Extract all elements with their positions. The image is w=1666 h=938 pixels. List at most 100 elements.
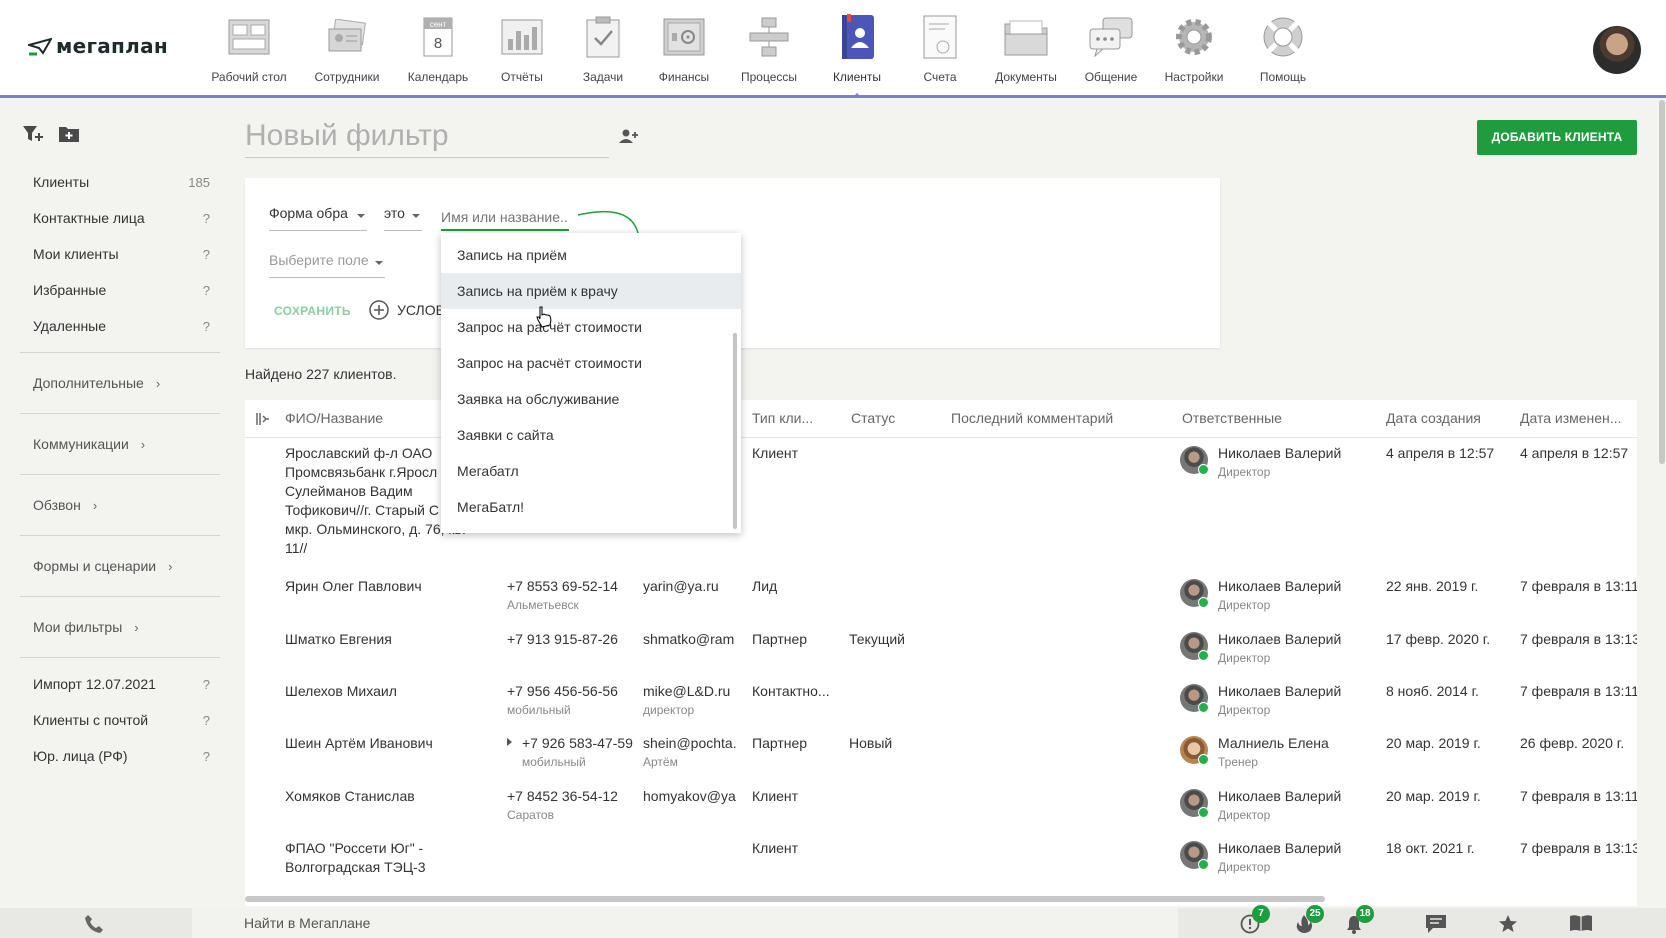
columns-settings-icon[interactable] — [255, 412, 269, 426]
hand-cursor-icon — [536, 306, 552, 328]
sidebar-group-forms[interactable]: Формы и сценарии › — [20, 544, 220, 588]
expand-phones-icon[interactable] — [507, 738, 512, 746]
messages-icon[interactable] — [1425, 914, 1447, 934]
nav-desktop[interactable]: Рабочий стол — [200, 14, 298, 90]
alerts-button[interactable]: 7 — [1240, 905, 1270, 937]
client-phone[interactable]: +7 956 456-56-56 мобильный — [507, 682, 618, 719]
nav-invoices[interactable]: Счета — [902, 14, 978, 90]
book-icon[interactable] — [1569, 914, 1593, 932]
client-phone[interactable]: +7 8452 36-54-12 Саратов — [507, 787, 618, 824]
responsible[interactable]: Николаев Валерий Директор — [1180, 630, 1341, 667]
nav-processes[interactable]: Процессы — [726, 14, 812, 90]
sidebar-divider — [20, 535, 220, 536]
filter-title-input[interactable]: Новый фильтр — [245, 118, 609, 158]
column-type[interactable]: Тип кли... — [752, 410, 813, 426]
select-field-dropdown[interactable]: Выберите поле — [269, 252, 385, 278]
page-scrollbar[interactable] — [1659, 100, 1665, 464]
responsible[interactable]: Малниель Елена Тренер — [1180, 734, 1329, 771]
dropdown-option[interactable]: Заявки с сайта — [441, 417, 741, 453]
nav-calendar[interactable]: сент 8 Календарь — [396, 14, 480, 90]
nav-employees[interactable]: Сотрудники — [298, 14, 396, 90]
client-name[interactable]: Хомяков Станислав — [285, 787, 415, 806]
client-email[interactable]: yarin@ya.ru — [643, 577, 743, 596]
responsible[interactable]: Николаев Валерий Директор — [1180, 577, 1341, 614]
table-row[interactable]: Хомяков Станислав +7 8452 36-54-12 Сарато… — [245, 787, 1637, 837]
client-phone[interactable]: +7 913 915-87-26 — [507, 630, 618, 649]
filter-operator-select[interactable]: это — [384, 205, 422, 231]
responsible[interactable]: Николаев Валерий Директор — [1180, 682, 1341, 719]
sidebar-item-legal-entities[interactable]: Юр. лица (РФ)? — [20, 738, 220, 774]
client-name[interactable]: Ярин Олег Павлович — [285, 577, 422, 596]
notifications-button[interactable]: 18 — [1344, 905, 1374, 937]
client-email[interactable]: homyakov@ya — [643, 787, 743, 806]
global-search-input[interactable]: Найти в Мегаплане — [192, 908, 1178, 938]
sidebar-item-favorites[interactable]: Избранные? — [20, 272, 220, 308]
sidebar-item-count: ? — [202, 748, 210, 764]
nav-documents[interactable]: Документы — [978, 14, 1074, 90]
sidebar-item-with-email[interactable]: Клиенты с почтой? — [20, 702, 220, 738]
client-phone[interactable]: +7 8553 69-52-14 Альметьевск — [507, 577, 618, 614]
star-icon[interactable] — [1498, 914, 1518, 934]
megaplan-logo[interactable]: мегаплан — [28, 34, 168, 58]
add-filter-icon[interactable] — [22, 124, 44, 144]
client-email[interactable]: mike@L&D.ru директор — [643, 682, 743, 719]
add-client-button[interactable]: ДОБАВИТЬ КЛИЕНТА — [1477, 120, 1637, 155]
table-row[interactable]: Шматко Евгения +7 913 915-87-26 shmatko@… — [245, 630, 1637, 680]
save-filter-button[interactable]: СОХРАНИТЬ — [274, 304, 351, 318]
sidebar-group-calling[interactable]: Обзвон › — [20, 483, 220, 527]
dropdown-option[interactable]: МегаБатл! — [441, 489, 741, 525]
table-row[interactable]: ФПАО "Россети Юг" - Волгоградская ТЭЦ-3 … — [245, 839, 1637, 889]
client-name[interactable]: ФПАО "Россети Юг" - Волгоградская ТЭЦ-3 — [285, 839, 426, 877]
dropdown-scrollbar[interactable] — [733, 333, 737, 529]
column-last-comment[interactable]: Последний комментарий — [951, 410, 1113, 426]
sidebar-group-additional[interactable]: Дополнительные › — [20, 361, 220, 405]
hot-button[interactable]: 25 — [1294, 905, 1324, 937]
filter-value-input[interactable] — [441, 205, 569, 231]
responsible[interactable]: Николаев Валерий Директор — [1180, 839, 1341, 876]
dropdown-option[interactable]: Запрос на расчёт стоимости — [441, 345, 741, 381]
nav-reports[interactable]: Отчёты — [480, 14, 564, 90]
add-condition-button[interactable]: УСЛОВ — [369, 300, 445, 320]
phone-icon[interactable] — [84, 914, 104, 934]
column-modified[interactable]: Дата изменен... — [1520, 410, 1630, 426]
user-avatar[interactable] — [1593, 26, 1641, 74]
table-row[interactable]: Шелехов Михаил +7 956 456-56-56 мобильный… — [245, 682, 1637, 732]
sidebar-group-communications[interactable]: Коммуникации › — [20, 422, 220, 466]
nav-help[interactable]: Помощь — [1240, 14, 1326, 90]
dropdown-option[interactable]: Запрос на расчёт стоимости — [441, 309, 741, 345]
sidebar-item-my-clients[interactable]: Мои клиенты? — [20, 236, 220, 272]
client-type: Партнер — [752, 735, 808, 751]
sidebar-item-clients[interactable]: Клиенты 185 — [20, 164, 220, 200]
client-phone[interactable]: +7 926 583-47-59 мобильный — [522, 734, 638, 771]
dropdown-option[interactable]: Мегабатл — [441, 453, 741, 489]
nav-finance[interactable]: Финансы — [642, 14, 726, 90]
add-folder-icon[interactable] — [58, 124, 80, 144]
column-status[interactable]: Статус — [851, 410, 895, 426]
nav-tasks[interactable]: Задачи — [564, 14, 642, 90]
nav-chat[interactable]: Общение — [1074, 14, 1148, 90]
client-name[interactable]: Шелехов Михаил — [285, 682, 397, 701]
client-email[interactable]: shmatko@ram — [643, 630, 743, 649]
dropdown-option[interactable]: Запись на приём — [441, 237, 741, 273]
dropdown-option[interactable]: Запись на приём к врачу — [441, 273, 741, 309]
column-created[interactable]: Дата создания — [1386, 410, 1481, 426]
client-name[interactable]: Шматко Евгения — [285, 630, 392, 649]
nav-settings[interactable]: Настройки — [1148, 14, 1240, 90]
sidebar-item-deleted[interactable]: Удаленные? — [20, 308, 220, 344]
responsible[interactable]: Николаев Валерий Директор — [1180, 787, 1341, 824]
nav-clients[interactable]: Клиенты — [812, 14, 902, 98]
share-filter-icon[interactable] — [617, 128, 639, 144]
sidebar-item-import[interactable]: Импорт 12.07.2021? — [20, 666, 220, 702]
table-row[interactable]: Ярин Олег Павлович +7 8553 69-52-14 Альме… — [245, 577, 1637, 627]
sidebar-group-my-filters[interactable]: Мои фильтры › — [20, 605, 220, 649]
client-name[interactable]: Шеин Артём Иванович — [285, 734, 433, 753]
client-email[interactable]: shein@pochta. Артём — [643, 734, 743, 771]
table-row[interactable]: Шеин Артём Иванович +7 926 583-47-59 моби… — [245, 734, 1637, 784]
responsible[interactable]: Николаев Валерий Директор — [1180, 444, 1341, 481]
column-responsible[interactable]: Ответственные — [1182, 410, 1282, 426]
horizontal-scrollbar[interactable] — [245, 896, 1325, 902]
column-name[interactable]: ФИО/Название — [285, 410, 383, 426]
dropdown-option[interactable]: Заявка на обслуживание — [441, 381, 741, 417]
filter-field-select[interactable]: Форма обра — [269, 205, 367, 231]
sidebar-item-contacts[interactable]: Контактные лица? — [20, 200, 220, 236]
